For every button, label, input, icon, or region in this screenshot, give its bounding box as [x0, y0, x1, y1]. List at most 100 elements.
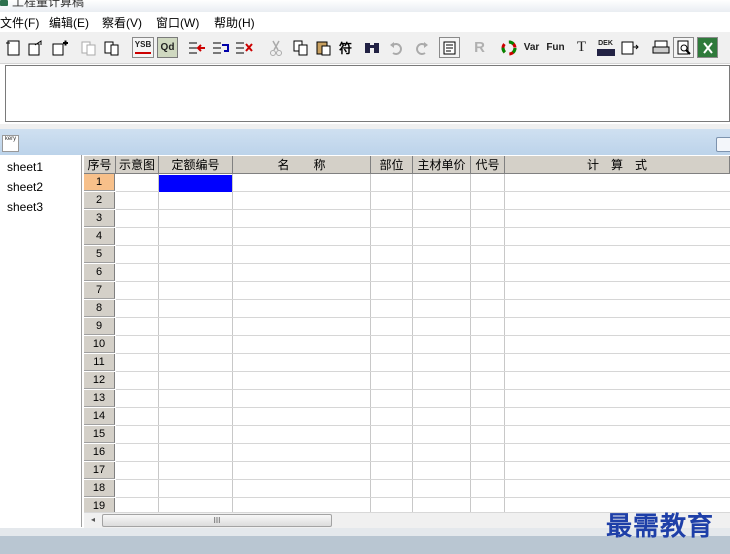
copy-sheet-icon[interactable]	[78, 37, 99, 58]
app-title: 工程量计算稿	[12, 0, 85, 9]
r-button[interactable]: R	[469, 37, 490, 58]
grid-row-line	[116, 371, 730, 372]
menu-edit[interactable]: 编辑(E)	[49, 14, 89, 31]
insert-row-icon[interactable]	[186, 37, 207, 58]
menu-file[interactable]: 文件(F)	[0, 14, 39, 31]
dek-bar	[596, 48, 615, 56]
worksheet-grid[interactable]: 序号 示意图 定额编号 名 称 部位 主材单价 代号 计 算 式 1 2 3 4…	[83, 155, 730, 512]
row-header[interactable]: 11	[84, 354, 115, 371]
open-file-icon[interactable]	[25, 37, 46, 58]
grid-row-line	[116, 317, 730, 318]
grid-row-line	[116, 461, 730, 462]
delete-row-icon[interactable]	[233, 37, 254, 58]
row-header[interactable]: 14	[84, 408, 115, 425]
row-header[interactable]: 5	[84, 246, 115, 263]
text-button[interactable]: T	[571, 37, 592, 58]
column-header-location[interactable]: 部位	[371, 156, 413, 174]
column-header-diagram[interactable]: 示意图	[116, 156, 159, 174]
move-row-icon[interactable]	[210, 37, 231, 58]
grid-row-line	[116, 407, 730, 408]
row-header[interactable]: 18	[84, 480, 115, 497]
child-window-icon: kery	[2, 135, 19, 152]
active-cell[interactable]	[159, 175, 232, 192]
paste-sheet-icon[interactable]	[101, 37, 122, 58]
column-header-name[interactable]: 名 称	[233, 156, 371, 174]
menu-help[interactable]: 帮助(H)	[214, 14, 255, 31]
qd-button[interactable]: Qd	[157, 37, 178, 58]
row-header[interactable]: 4	[84, 228, 115, 245]
notes-icon[interactable]	[439, 37, 460, 58]
find-icon[interactable]: 符	[337, 37, 358, 58]
cut-icon[interactable]	[265, 37, 286, 58]
export-icon[interactable]	[619, 37, 640, 58]
column-header-formula[interactable]: 计 算 式	[505, 156, 730, 174]
excel-export-icon[interactable]	[697, 37, 718, 58]
print-preview-icon[interactable]	[673, 37, 694, 58]
row-header[interactable]: 13	[84, 390, 115, 407]
formula-input-area[interactable]	[5, 65, 730, 122]
fun-button[interactable]: Fun	[545, 37, 566, 58]
row-header[interactable]: 7	[84, 282, 115, 299]
column-header-quota-code[interactable]: 定额编号	[159, 156, 233, 174]
dek-label: DEK	[598, 39, 613, 47]
row-header[interactable]: 6	[84, 264, 115, 281]
menu-view[interactable]: 察看(V)	[102, 14, 142, 31]
grid-row-line	[116, 353, 730, 354]
ysb-label: YSB	[134, 40, 152, 49]
copy-icon[interactable]	[290, 37, 311, 58]
row-header[interactable]: 12	[84, 372, 115, 389]
sheet-list: sheet1 sheet2 sheet3	[0, 155, 82, 527]
grid-row-line	[116, 479, 730, 480]
sheet-tab-sheet1[interactable]: sheet1	[7, 160, 43, 174]
menu-window[interactable]: 窗口(W)	[156, 14, 199, 31]
undo-icon[interactable]	[386, 37, 407, 58]
new-file-icon[interactable]	[3, 37, 24, 58]
column-header-index[interactable]: 序号	[84, 156, 116, 174]
grid-row-line	[116, 209, 730, 210]
grid-row-line	[116, 281, 730, 282]
row-header[interactable]: 15	[84, 426, 115, 443]
var-button[interactable]: Var	[521, 37, 542, 58]
column-header-unit-price[interactable]: 主材单价	[413, 156, 471, 174]
grid-row-line	[116, 497, 730, 498]
grid-row-line	[116, 335, 730, 336]
ysb-button[interactable]: YSB	[132, 37, 154, 58]
color-wheel-icon[interactable]	[498, 37, 519, 58]
svg-text:符: 符	[339, 41, 352, 57]
menu-bar: 文件(F) 编辑(E) 察看(V) 窗口(W) 帮助(H)	[0, 12, 730, 32]
sheet-tab-sheet3[interactable]: sheet3	[7, 200, 43, 214]
row-header[interactable]: 17	[84, 462, 115, 479]
grid-row-line	[116, 299, 730, 300]
dek-button[interactable]: DEK	[595, 37, 616, 58]
row-header[interactable]: 16	[84, 444, 115, 461]
row-header[interactable]: 9	[84, 318, 115, 335]
binoculars-icon[interactable]	[361, 37, 382, 58]
toolbar: YSB Qd 符 R Var Fun T DEK	[0, 32, 730, 64]
insert-file-icon[interactable]	[49, 37, 70, 58]
column-header-code[interactable]: 代号	[471, 156, 505, 174]
row-header[interactable]: 2	[84, 192, 115, 209]
paste-icon[interactable]	[313, 37, 334, 58]
watermark-text: 最需教育	[606, 512, 715, 542]
child-window-button[interactable]	[716, 137, 730, 152]
grid-row-line	[116, 389, 730, 390]
title-bar: 工程量计算稿	[0, 0, 730, 12]
scrollbar-thumb[interactable]: III	[102, 514, 332, 527]
row-header[interactable]: 10	[84, 336, 115, 353]
grid-row-line	[116, 245, 730, 246]
row-header[interactable]: 19	[84, 498, 115, 512]
row-header[interactable]: 1	[84, 174, 115, 191]
scroll-left-arrow-icon[interactable]: ◂	[88, 515, 98, 525]
grid-row-line	[116, 425, 730, 426]
child-window-titlebar	[0, 129, 730, 155]
row-header[interactable]: 8	[84, 300, 115, 317]
sheet-tab-sheet2[interactable]: sheet2	[7, 180, 43, 194]
grid-row-line	[116, 443, 730, 444]
ysb-underline	[135, 52, 151, 54]
grid-row-line	[116, 227, 730, 228]
grid-row-line	[116, 263, 730, 264]
print-icon[interactable]	[650, 37, 671, 58]
app-icon	[0, 0, 8, 6]
redo-icon[interactable]	[410, 37, 431, 58]
row-header[interactable]: 3	[84, 210, 115, 227]
